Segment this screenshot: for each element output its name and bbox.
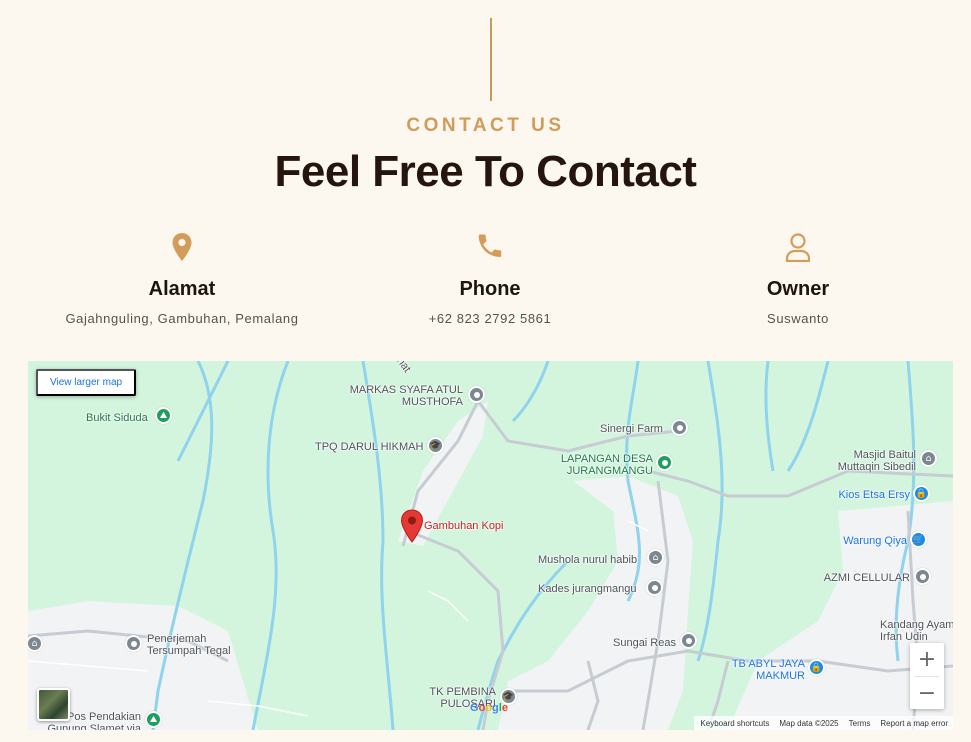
poi-kades[interactable]: Kades jurangmangu [538,583,636,595]
poi-sinergi-farm[interactable]: Sinergi Farm [600,423,663,435]
poi-mushola[interactable]: Mushola nurul habib [538,554,637,566]
address-label: Alamat [148,278,216,300]
poi-markas[interactable]: MARKAS SYAFA ATUL MUSTHOFA [328,384,463,408]
address-value: Gajahnguling, Gambuhan, Pemalang [65,311,299,326]
poi-tb-abyl[interactable]: TB ABYL JAYA MAKMUR [708,658,805,682]
park-icon[interactable]: ⛰ [155,407,172,424]
terms-link[interactable]: Terms [849,719,871,728]
section-title: Feel Free To Contact [274,147,697,196]
place-pin-icon[interactable] [656,454,673,471]
park-icon[interactable]: ⛰ [145,711,162,728]
place-pin-icon[interactable] [680,632,697,649]
poi-kandang-ayam[interactable]: Kandang Ayam Irfan Udin [880,619,953,643]
report-error-link[interactable]: Report a map error [880,719,948,728]
phone-value: +62 823 2792 5861 [428,311,552,326]
place-pin-icon[interactable] [914,568,931,585]
poi-masjid[interactable]: Masjid Baitul Muttaqin Sibedil [798,449,916,473]
cart-icon[interactable]: 🛒 [910,531,927,548]
shop-icon[interactable]: 🔒 [913,485,930,502]
phone-icon [340,232,640,268]
owner-value: Suswanto [767,311,829,326]
poi-kios-etsa[interactable]: Kios Etsa Ersy [798,489,910,501]
mosque-icon[interactable]: ⌂ [647,549,664,566]
google-logo: Google [470,702,508,714]
info-phone: Phone +62 823 2792 5861 [340,232,640,326]
section-eyebrow: CONTACT US [406,115,565,136]
map-marker-icon[interactable] [400,509,424,548]
poi-sungai-reas[interactable]: Sungai Reas [613,637,676,649]
school-icon[interactable]: 🎓 [427,437,444,454]
poi-tpq[interactable]: TPQ DARUL HIKMAH [315,441,423,453]
poi-azmi[interactable]: AZMI CELLULAR [798,572,910,584]
phone-label: Phone [459,278,521,300]
view-larger-map-button[interactable]: View larger map [36,369,137,396]
place-pin-icon[interactable] [671,419,688,436]
marker-label[interactable]: Gambuhan Kopi [424,520,504,532]
user-icon [648,232,948,268]
owner-label: Owner [766,278,830,300]
divider-line [490,18,492,101]
satellite-toggle-button[interactable] [37,688,70,721]
google-map[interactable]: nat View larger map MARKAS SYAFA ATUL MU… [28,361,953,730]
place-pin-icon[interactable] [125,635,142,652]
place-pin-icon[interactable] [468,386,485,403]
poi-warung-qiya[interactable]: Warung Qiya [798,535,907,547]
zoom-controls: + − [910,643,944,709]
poi-bukit-siduda[interactable]: Bukit Siduda [86,412,148,424]
keyboard-shortcuts-link[interactable]: Keyboard shortcuts [700,719,769,728]
map-data-text: Map data ©2025 [779,718,839,728]
zoom-in-button[interactable]: + [910,643,944,676]
zoom-out-button[interactable]: − [910,677,944,710]
map-attribution: Keyboard shortcuts Map data ©2025 Terms … [694,716,953,730]
location-pin-icon [32,232,332,268]
place-pin-icon[interactable] [646,579,663,596]
poi-lapangan[interactable]: LAPANGAN DESA JURANGMANGU [528,453,653,477]
info-address: Alamat Gajahnguling, Gambuhan, Pemalang [32,232,332,326]
poi-penerjemah[interactable]: Penerjemah Tersumpah Tegal [147,633,231,657]
shop-icon[interactable]: 🔒 [808,659,825,676]
info-owner: Owner Suswanto [648,232,948,326]
mosque-icon[interactable]: ⌂ [920,450,937,467]
